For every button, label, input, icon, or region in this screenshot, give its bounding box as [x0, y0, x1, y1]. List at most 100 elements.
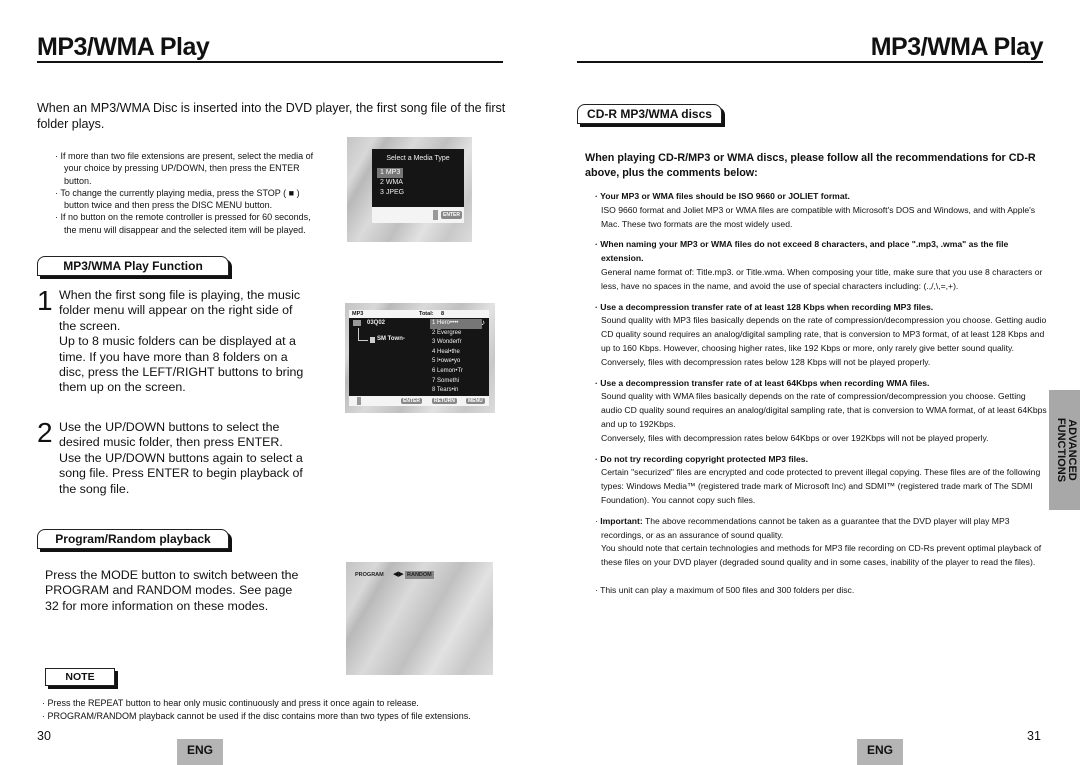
- total-label: Total:: [419, 311, 434, 317]
- recommendation-body: Conversely, files with decompression rat…: [601, 432, 989, 443]
- recommendation-head: · Use a decompression transfer rate of a…: [595, 377, 930, 388]
- left-title-rule: [37, 61, 503, 63]
- total-value: 8: [441, 311, 445, 317]
- bullet-text: If more than two file extensions are pre…: [60, 151, 314, 186]
- recommendation-item: · Your MP3 or WMA files should be ISO 96…: [595, 190, 1047, 231]
- return-key: RETURN: [432, 398, 457, 404]
- subfolder-name[interactable]: SM Town-: [377, 336, 405, 342]
- folder-osd-header: MP3 Total: 8: [349, 310, 489, 318]
- important-extra: You should note that certain technologie…: [601, 543, 1042, 568]
- recommendation-body: General name format of: Title.mp3. or Ti…: [601, 266, 1043, 291]
- lang-badge-left: ENG: [177, 739, 223, 765]
- recommendation-body: Sound quality with WMA files basically d…: [601, 391, 1047, 429]
- enter-key: ENTER: [401, 398, 422, 404]
- tree-line: [358, 340, 368, 341]
- mode-screen: PROGRAM ◀▶ RANDOM: [346, 562, 493, 675]
- section-title-program-random: Program/Random playback: [37, 529, 229, 549]
- step-number: 1: [37, 285, 53, 316]
- recommendation-head-text: Use a decompression transfer rate of at …: [600, 377, 930, 388]
- recommendation-body: Sound quality with MP3 files basically d…: [601, 315, 1047, 353]
- lang-badge-right: ENG: [857, 739, 903, 765]
- track-item[interactable]: 8 Tears•in: [430, 386, 482, 396]
- bullet-text: To change the currently playing media, p…: [60, 187, 300, 211]
- step-number: 2: [37, 417, 53, 448]
- important-line: · Important: The above recommendations c…: [595, 515, 1010, 540]
- note-label: NOTE: [45, 668, 115, 686]
- bullet-text: If no button on the remote controller is…: [60, 212, 311, 235]
- folder-menu-screen: MP3 Total: 8 03Q02 SM Town- 1 Hero•••• 2…: [345, 303, 495, 413]
- menu-key: MENU: [466, 398, 485, 404]
- media-type-screen: Select a Media Type 1 MP3 2 WMA 3 JPEG E…: [347, 137, 472, 242]
- recommendation-head-text: Do not try recording copyright protected…: [600, 453, 808, 464]
- side-tab-label: ADVANCED FUNCTIONS: [1054, 417, 1078, 483]
- page-number-left: 30: [37, 729, 51, 743]
- folder-osd-footer: ENTER RETURN MENU: [349, 396, 489, 406]
- media-option-wma[interactable]: 2 WMA: [377, 178, 406, 188]
- note-item: · PROGRAM/RANDOM playback cannot be used…: [42, 711, 471, 721]
- recommendation-item: · When naming your MP3 or WMA files do n…: [595, 238, 1047, 293]
- track-item[interactable]: 3 Wonderfr: [430, 338, 482, 348]
- important-label: Important:: [600, 515, 643, 526]
- folder-name[interactable]: 03Q02: [367, 320, 385, 326]
- music-note-icon: ♪: [481, 318, 485, 327]
- track-item[interactable]: 1 Hero••••: [430, 319, 482, 329]
- tree-line: [358, 328, 359, 340]
- enter-key: ENTER: [441, 211, 462, 219]
- recommendation-head: · Your MP3 or WMA files should be ISO 96…: [595, 191, 850, 201]
- media-option-jpeg[interactable]: 3 JPEG: [377, 188, 407, 198]
- section-title-cdr: CD-R MP3/WMA discs: [577, 104, 722, 124]
- left-right-arrows-icon: ◀▶: [393, 571, 404, 578]
- track-item[interactable]: 4 Heal•the: [430, 348, 482, 358]
- bullet-item: · If no button on the remote controller …: [55, 212, 311, 235]
- recommendation-head-text: Your MP3 or WMA files should be ISO 9660…: [600, 191, 850, 201]
- track-item[interactable]: 6 Lemon•Tr: [430, 367, 482, 377]
- step-2: 2 Use the UP/DOWN buttons to select the …: [37, 417, 312, 497]
- track-item[interactable]: 2 Evergree: [430, 329, 482, 339]
- recommendation-head: · When naming your MP3 or WMA files do n…: [595, 239, 1009, 264]
- random-mode-label[interactable]: RANDOM: [405, 571, 434, 579]
- recommendation-body: Conversely, files with decompression rat…: [601, 356, 931, 367]
- step-text: When the first song file is playing, the…: [59, 288, 304, 395]
- media-osd-heading: Select a Media Type: [386, 155, 450, 162]
- note-list: · Press the REPEAT button to hear only m…: [42, 697, 522, 723]
- bullet-item: · To change the currently playing media,…: [55, 187, 300, 211]
- bullet-item: · If more than two file extensions are p…: [55, 151, 314, 186]
- track-list: 1 Hero•••• 2 Evergree 3 Wonderfr 4 Heal•…: [430, 319, 482, 396]
- updown-icon: [357, 397, 361, 405]
- cdr-lead-text: When playing CD-R/MP3 or WMA discs, plea…: [585, 152, 1036, 179]
- step-1: 1 When the first song file is playing, t…: [37, 285, 312, 396]
- left-page-title: MP3/WMA Play: [37, 33, 210, 61]
- media-bullets: · If more than two file extensions are p…: [55, 150, 325, 236]
- recommendation-head: · Use a decompression transfer rate of a…: [595, 301, 934, 312]
- recommendation-head-text: When naming your MP3 or WMA files do not…: [600, 239, 1009, 264]
- media-option-mp3[interactable]: 1 MP3: [377, 168, 404, 178]
- recommendation-body: ISO 9660 format and Joliet MP3 or WMA fi…: [601, 204, 1036, 229]
- track-item[interactable]: 5 I•owe•yo: [430, 357, 482, 367]
- recommendation-item: · Do not try recording copyright protect…: [595, 453, 1047, 508]
- page-number-right: 31: [1027, 729, 1041, 743]
- section-side-tab[interactable]: ADVANCED FUNCTIONS: [1049, 390, 1080, 510]
- cdr-recommendations: · Your MP3 or WMA files should be ISO 96…: [595, 190, 1047, 598]
- recommendation-item: · Use a decompression transfer rate of a…: [595, 301, 1047, 370]
- note-item: · Press the REPEAT button to hear only m…: [42, 698, 419, 708]
- right-page-title: MP3/WMA Play: [870, 33, 1044, 61]
- updown-icon: [433, 210, 438, 220]
- recommendation-head-text: Use a decompression transfer rate of at …: [600, 301, 934, 312]
- folder-icon: [353, 320, 361, 326]
- program-random-text: Press the MODE button to switch between …: [45, 568, 299, 613]
- recommendation-item: · Use a decompression transfer rate of a…: [595, 377, 1047, 446]
- media-osd: Select a Media Type 1 MP3 2 WMA 3 JPEG: [372, 149, 464, 207]
- step-text: Use the UP/DOWN buttons to select the de…: [59, 420, 303, 496]
- program-mode-label[interactable]: PROGRAM: [355, 572, 384, 578]
- final-note-text: This unit can play a maximum of 500 file…: [600, 584, 855, 595]
- important-item: · Important: The above recommendations c…: [595, 515, 1047, 570]
- section-title-play-function: MP3/WMA Play Function: [37, 256, 229, 276]
- intro-text: When an MP3/WMA Disc is inserted into th…: [37, 101, 506, 131]
- folder-osd: 03Q02 SM Town- 1 Hero•••• 2 Evergree 3 W…: [349, 318, 489, 396]
- final-note: · This unit can play a maximum of 500 fi…: [595, 584, 855, 595]
- important-text: The above recommendations cannot be take…: [601, 515, 1010, 540]
- track-item[interactable]: 7 Somethi: [430, 377, 482, 387]
- note-text: PROGRAM/RANDOM playback cannot be used i…: [47, 711, 471, 721]
- file-icon: [370, 337, 375, 343]
- recommendation-head: · Do not try recording copyright protect…: [595, 453, 808, 464]
